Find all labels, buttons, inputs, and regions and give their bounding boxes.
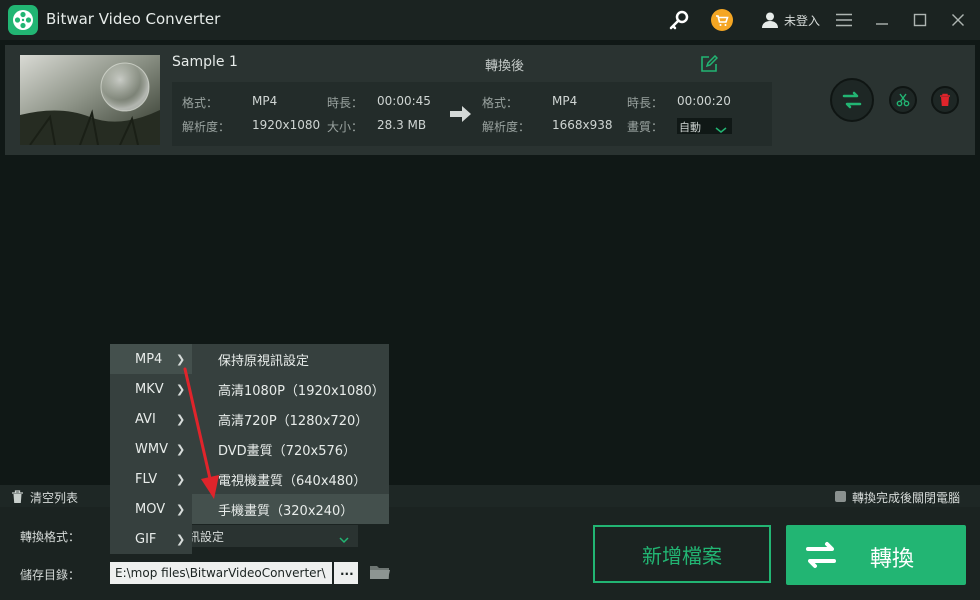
format-select-value: 訊設定 xyxy=(188,530,225,544)
preset-label: 保持原視訊設定 xyxy=(218,353,310,369)
menu-item-label: GIF xyxy=(135,531,157,547)
folder-icon[interactable] xyxy=(369,563,391,585)
delete-button[interactable] xyxy=(931,86,959,114)
edit-icon[interactable] xyxy=(700,54,719,77)
browse-button[interactable]: ... xyxy=(334,562,358,584)
convert-button[interactable]: 轉換 xyxy=(786,525,966,585)
source-resolution-label: 解析度： xyxy=(182,120,231,134)
menu-item-label: AVI xyxy=(135,411,156,427)
preset-label: 高清720P（1280x720） xyxy=(218,413,369,429)
source-duration: 00:00:45 xyxy=(377,94,431,108)
trash-icon xyxy=(940,93,950,106)
video-thumbnail[interactable] xyxy=(20,55,160,145)
source-size-label: 大小： xyxy=(327,120,364,134)
target-format-label: 格式： xyxy=(482,96,519,110)
minimize-icon[interactable] xyxy=(870,8,894,32)
target-resolution: 1668x938 xyxy=(552,118,613,132)
key-icon[interactable] xyxy=(667,8,691,32)
menu-item-label: MOV xyxy=(135,501,166,517)
target-format: MP4 xyxy=(552,94,578,108)
user-icon[interactable] xyxy=(758,8,782,32)
preset-label: 高清1080P（1920x1080） xyxy=(218,383,385,399)
menu-item-label: WMV xyxy=(135,441,168,457)
app-title: Bitwar Video Converter xyxy=(46,10,221,28)
convert-format-label: 轉換格式： xyxy=(20,530,81,544)
browse-label: ... xyxy=(340,564,354,578)
target-duration-label: 時長： xyxy=(627,96,664,110)
quality-select[interactable]: 自動 xyxy=(677,118,732,134)
film-reel-icon xyxy=(8,5,38,35)
source-size: 28.3 MB xyxy=(377,118,427,132)
menu-item-label: MP4 xyxy=(135,351,163,367)
shutdown-checkbox[interactable] xyxy=(835,491,846,502)
chevron-down-icon xyxy=(338,530,350,549)
source-duration-label: 時長： xyxy=(327,96,364,110)
menu-item-label: MKV xyxy=(135,381,164,397)
add-files-label: 新增檔案 xyxy=(642,543,722,568)
convert-label: 轉換 xyxy=(870,547,915,572)
target-duration: 00:00:20 xyxy=(677,94,731,108)
preset-label: DVD畫質（720x576） xyxy=(218,443,357,459)
annotation-arrow xyxy=(183,367,219,499)
quality-value: 自動 xyxy=(679,121,701,134)
convert-icon xyxy=(806,542,836,568)
target-resolution-label: 解析度： xyxy=(482,120,531,134)
source-resolution: 1920x1080 xyxy=(252,118,321,132)
arrow-right-icon xyxy=(450,105,472,127)
maximize-icon[interactable] xyxy=(908,8,932,32)
preset-label: 電視機畫質（640x480） xyxy=(218,473,367,489)
file-name: Sample 1 xyxy=(172,54,238,70)
save-dir-label: 儲存目錄： xyxy=(20,568,81,582)
scissors-icon xyxy=(896,93,910,107)
save-path-input[interactable]: E:\mop files\BitwarVideoConverter\ xyxy=(110,562,332,584)
chevron-right-icon: ❯ xyxy=(176,352,186,366)
file-info-panel: 格式： MP4 時長： 00:00:45 解析度： 1920x1080 大小： … xyxy=(172,82,772,146)
menu-item-gif[interactable]: GIF ❯ xyxy=(110,524,192,554)
convert-single-button[interactable] xyxy=(830,78,874,122)
save-path-value: E:\mop files\BitwarVideoConverter\ xyxy=(115,566,326,580)
menu-icon[interactable] xyxy=(832,8,856,32)
cart-icon[interactable] xyxy=(710,8,734,32)
close-icon[interactable] xyxy=(946,8,970,32)
chevron-right-icon: ❯ xyxy=(176,532,186,546)
convert-icon xyxy=(842,91,862,109)
add-files-button[interactable]: 新增檔案 xyxy=(593,525,771,583)
shutdown-label: 轉換完成後關閉電腦 xyxy=(852,491,961,505)
source-format: MP4 xyxy=(252,94,278,108)
login-status[interactable]: 未登入 xyxy=(784,12,820,29)
target-quality-label: 畫質： xyxy=(627,120,664,134)
trash-icon[interactable] xyxy=(11,489,24,508)
menu-item-label: FLV xyxy=(135,471,158,487)
file-card: Sample 1 轉換後 格式： MP4 時長： 00:00:45 解析度： 1… xyxy=(5,45,975,155)
preset-label: 手機畫質（320x240） xyxy=(218,503,354,519)
trim-button[interactable] xyxy=(889,86,917,114)
source-format-label: 格式： xyxy=(182,96,219,110)
clear-list-button[interactable]: 清空列表 xyxy=(30,489,78,506)
chevron-down-icon xyxy=(715,120,727,139)
after-conversion-label: 轉換後 xyxy=(485,59,525,74)
